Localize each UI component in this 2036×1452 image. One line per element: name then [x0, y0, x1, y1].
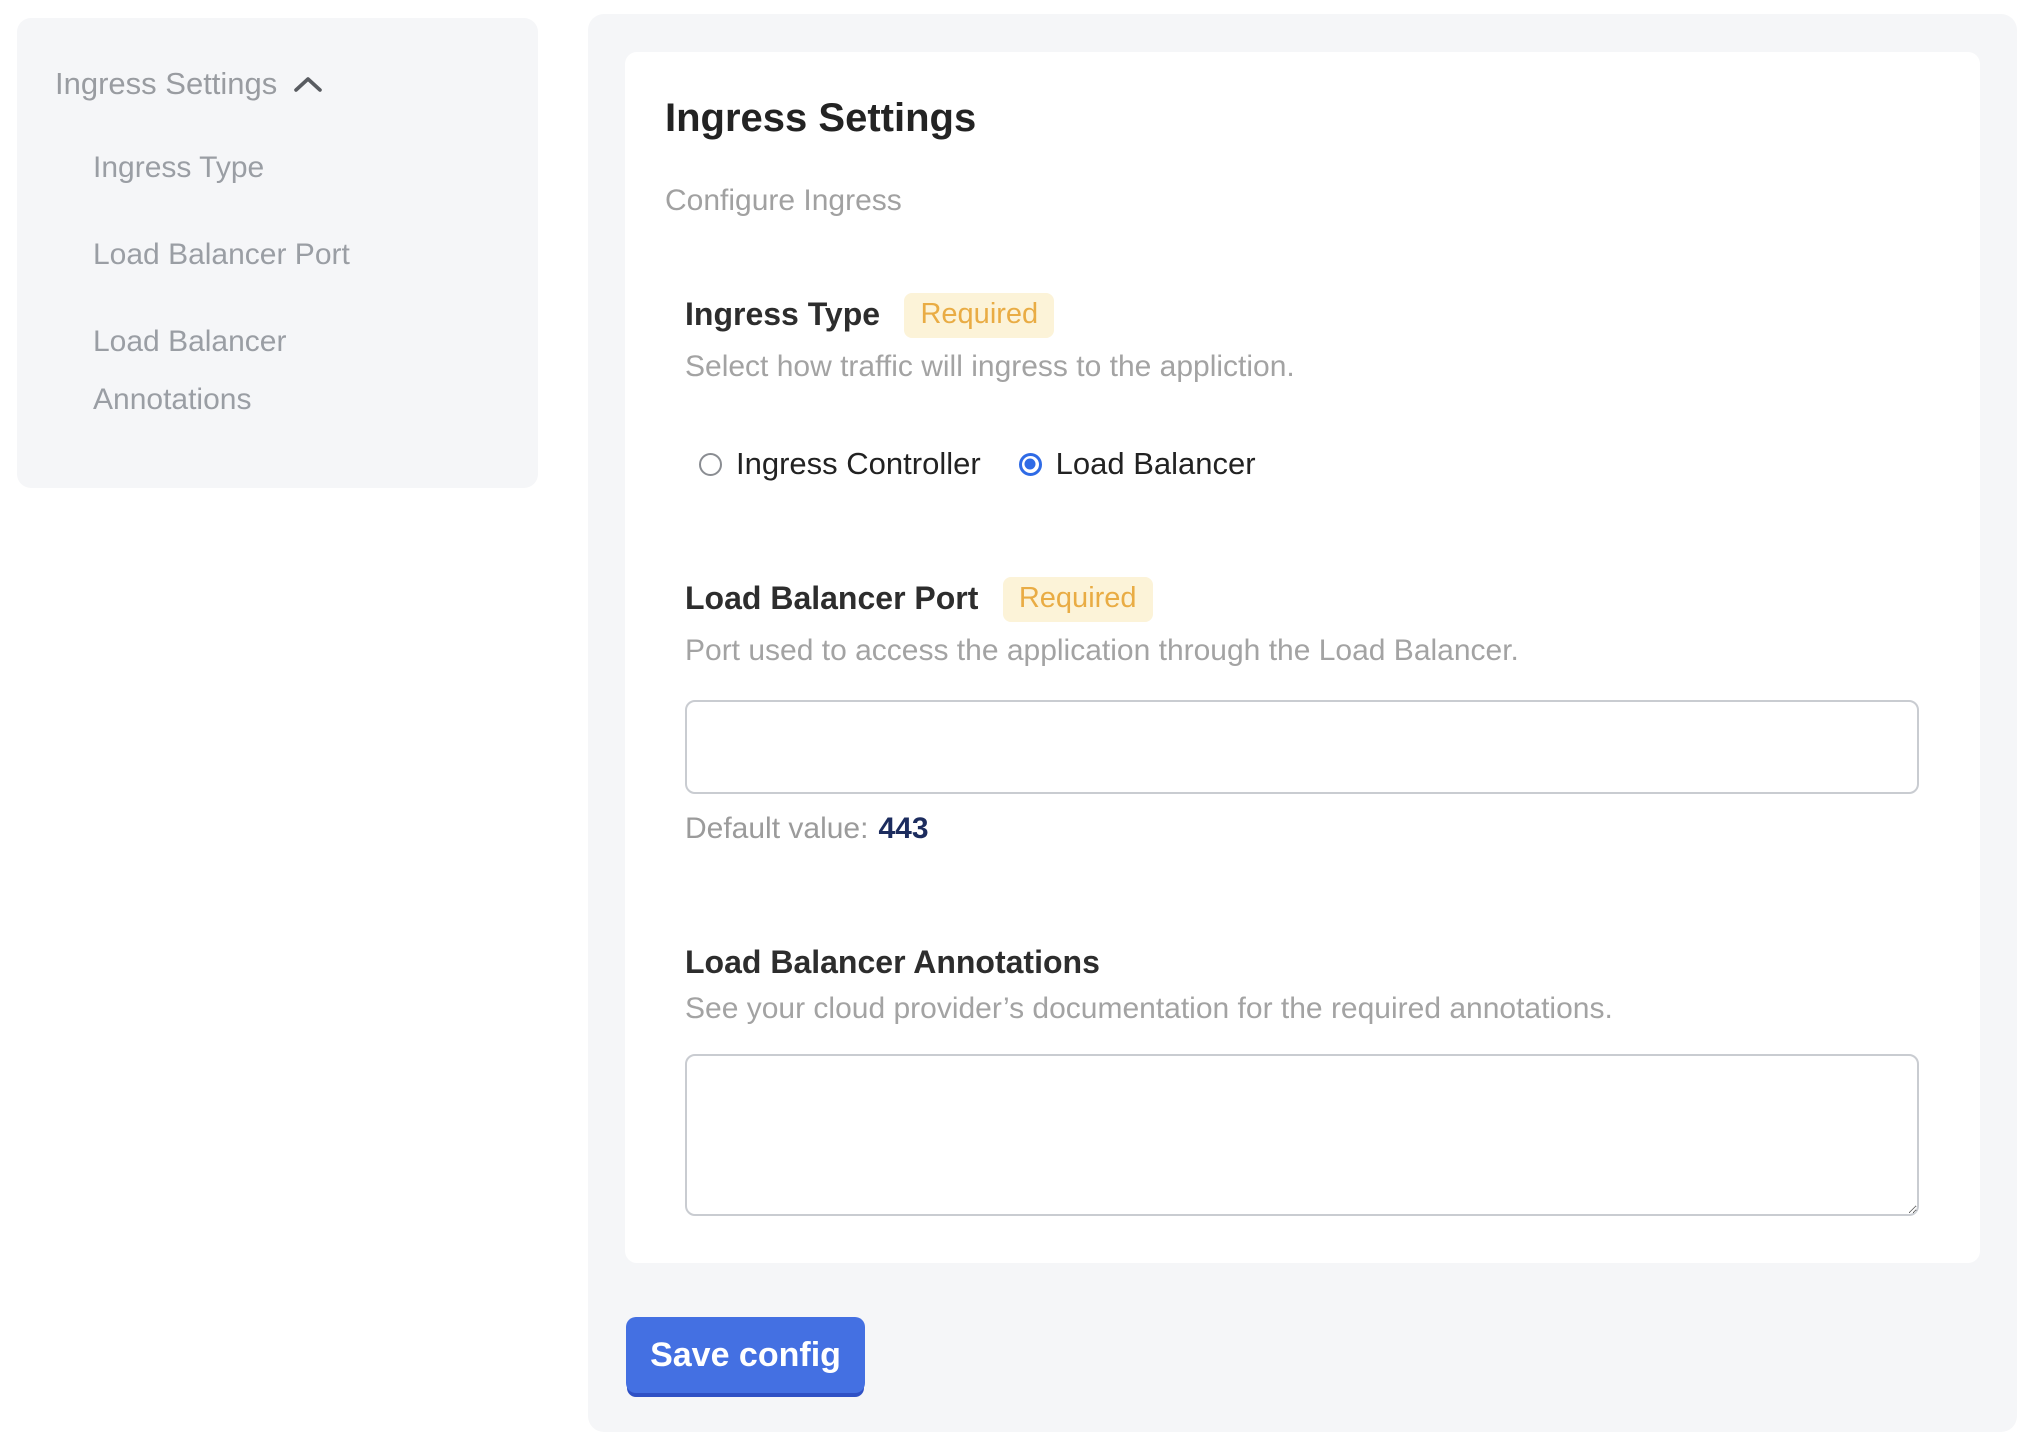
default-value-label: Default value:: [685, 812, 868, 845]
field-label: Ingress Type: [685, 296, 880, 332]
radio-unselected-icon[interactable]: [699, 453, 722, 476]
field-port-header: Load Balancer Port Required: [685, 578, 1919, 624]
settings-sidebar: Ingress Settings Ingress Type Load Balan…: [17, 18, 538, 488]
radio-label: Ingress Controller: [736, 446, 981, 482]
field-ingress-type-header: Ingress Type Required: [685, 294, 1919, 340]
field-label: Load Balancer Annotations: [685, 944, 1100, 980]
ingress-type-radio-group: Ingress Controller Load Balancer: [699, 446, 1919, 482]
default-value: 443: [878, 812, 928, 845]
field-annotations-header: Load Balancer Annotations: [685, 942, 1919, 982]
sidebar-section-label: Ingress Settings: [55, 62, 277, 106]
required-badge: Required: [904, 293, 1054, 338]
sidebar-item-ingress-type[interactable]: Ingress Type: [93, 139, 423, 197]
field-description: See your cloud provider’s documentation …: [685, 992, 1919, 1026]
field-load-balancer-annotations: Load Balancer Annotations See your cloud…: [685, 942, 1919, 1216]
sidebar-nav: Ingress Type Load Balancer Port Load Bal…: [55, 139, 508, 429]
save-config-button[interactable]: Save config: [626, 1317, 865, 1393]
ingress-settings-card: Ingress Settings Configure Ingress Ingre…: [625, 52, 1980, 1263]
field-label: Load Balancer Port: [685, 580, 978, 616]
load-balancer-port-input[interactable]: [685, 700, 1919, 794]
radio-option-load-balancer[interactable]: Load Balancer: [1019, 446, 1256, 482]
required-badge: Required: [1003, 577, 1153, 622]
radio-dot: [1025, 459, 1036, 470]
sidebar-item-load-balancer-annotations[interactable]: Load Balancer Annotations: [93, 313, 423, 429]
main-panel: Ingress Settings Configure Ingress Ingre…: [588, 14, 2017, 1432]
field-load-balancer-port: Load Balancer Port Required Port used to…: [685, 578, 1919, 846]
sidebar-section-ingress-settings[interactable]: Ingress Settings: [55, 62, 508, 106]
radio-label: Load Balancer: [1056, 446, 1256, 482]
radio-option-ingress-controller[interactable]: Ingress Controller: [699, 446, 981, 482]
field-ingress-type: Ingress Type Required Select how traffic…: [685, 294, 1919, 482]
load-balancer-annotations-textarea[interactable]: [685, 1054, 1919, 1216]
page-title: Ingress Settings: [665, 96, 1919, 140]
radio-selected-icon[interactable]: [1019, 453, 1042, 476]
field-description: Port used to access the application thro…: [685, 634, 1919, 668]
chevron-up-icon: [293, 72, 323, 96]
field-description: Select how traffic will ingress to the a…: [685, 350, 1919, 384]
default-value-line: Default value: 443: [685, 812, 1919, 846]
sidebar-item-load-balancer-port[interactable]: Load Balancer Port: [93, 226, 423, 284]
page-subtitle: Configure Ingress: [665, 184, 1919, 218]
